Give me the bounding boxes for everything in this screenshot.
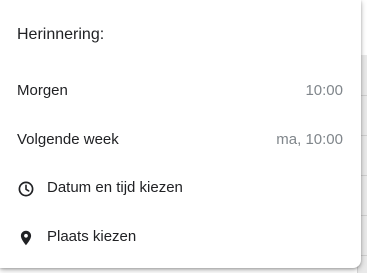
reminder-option-pick-date-time[interactable]: Datum en tijd kiezen	[0, 164, 361, 212]
reminder-option-time: ma, 10:00	[276, 131, 343, 148]
reminder-option-label: Volgende week	[17, 131, 119, 148]
reminder-option-label: Morgen	[17, 82, 68, 99]
reminder-option-next-week[interactable]: Volgende week ma, 10:00	[0, 116, 361, 164]
reminder-option-tomorrow[interactable]: Morgen 10:00	[0, 67, 361, 115]
location-pin-icon	[17, 229, 35, 247]
clock-icon	[17, 180, 35, 198]
reminder-menu-title: Herinnering:	[17, 26, 105, 43]
reminder-option-pick-place[interactable]: Plaats kiezen	[0, 213, 361, 261]
reminder-option-time: 10:00	[305, 82, 343, 99]
reminder-option-label: Datum en tijd kiezen	[47, 179, 183, 196]
reminder-menu: Herinnering: Morgen 10:00 Volgende week …	[0, 0, 361, 268]
reminder-option-label: Plaats kiezen	[47, 228, 137, 245]
